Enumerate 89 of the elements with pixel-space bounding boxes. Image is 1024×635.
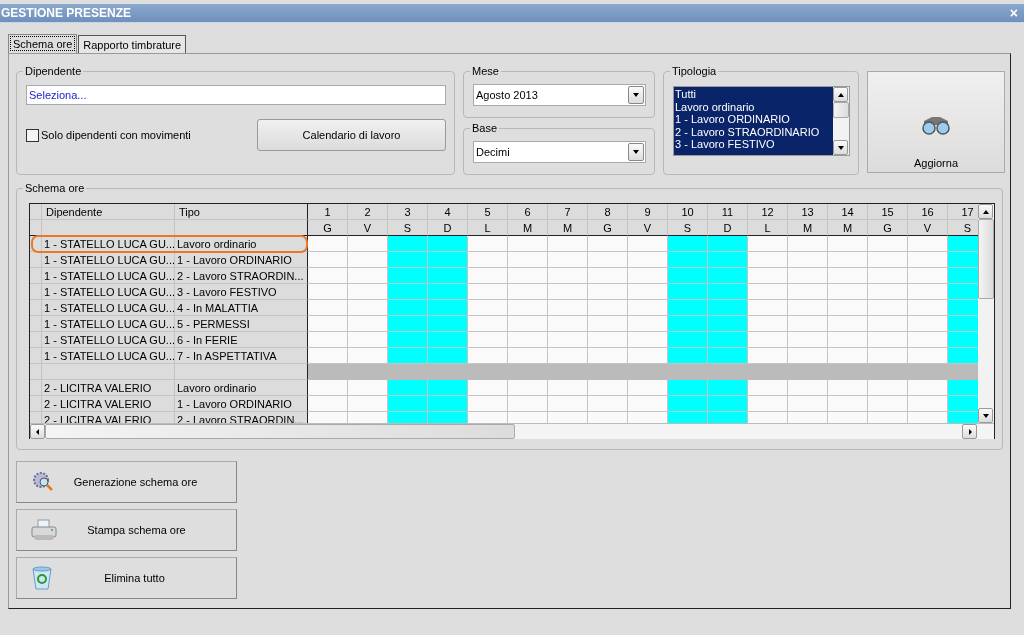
weekday-header: V xyxy=(628,220,668,236)
day-header: 10 xyxy=(668,204,708,220)
weekday-header: D xyxy=(428,220,468,236)
group-label: Schema ore xyxy=(24,182,86,194)
table-cell: 3 - Lavoro FESTIVO xyxy=(175,284,308,300)
day-header: 13 xyxy=(788,204,828,220)
table-cell: 1 - STATELLO LUCA GU... xyxy=(42,348,175,364)
weekday-header: G xyxy=(588,220,628,236)
row-header[interactable] xyxy=(30,332,42,348)
day-header: 9 xyxy=(628,204,668,220)
table-cell: 4 - In MALATTIA xyxy=(175,300,308,316)
employee-field[interactable]: Seleziona... xyxy=(26,85,446,105)
table-cell: Lavoro ordinario xyxy=(175,380,308,396)
day-header: 4 xyxy=(428,204,468,220)
weekday-header: V xyxy=(348,220,388,236)
day-header: 2 xyxy=(348,204,388,220)
day-header: 6 xyxy=(508,204,548,220)
row-header[interactable] xyxy=(30,268,42,284)
table-cell: 1 - STATELLO LUCA GU... xyxy=(42,316,175,332)
group-label: Tipologia xyxy=(671,65,718,77)
scrollbar[interactable] xyxy=(978,204,994,423)
table-cell: 1 - Lavoro ORDINARIO xyxy=(175,396,308,412)
action-button[interactable]: Stampa schema ore xyxy=(16,509,237,551)
weekday-header: M xyxy=(508,220,548,236)
table-cell: 5 - PERMESSI xyxy=(175,316,308,332)
table-cell: 1 - STATELLO LUCA GU... xyxy=(42,284,175,300)
table-cell: 2 - Lavoro STRAORDIN... xyxy=(175,268,308,284)
weekday-header: L xyxy=(468,220,508,236)
row-header[interactable] xyxy=(30,364,42,380)
day-header: 11 xyxy=(708,204,748,220)
action-button[interactable]: Generazione schema ore xyxy=(16,461,237,503)
day-header: 14 xyxy=(828,204,868,220)
row-header[interactable] xyxy=(30,396,42,412)
scroll-thumb[interactable] xyxy=(45,424,515,439)
weekday-header: M xyxy=(828,220,868,236)
dropdown[interactable]: Decimi xyxy=(473,141,646,163)
row-header[interactable] xyxy=(30,348,42,364)
row-header[interactable] xyxy=(30,380,42,396)
table-cell: 6 - In FERIE xyxy=(175,332,308,348)
weekday-header: G xyxy=(868,220,908,236)
row-header[interactable] xyxy=(30,252,42,268)
group-label: Mese xyxy=(471,65,500,77)
scroll-thumb[interactable] xyxy=(833,102,849,118)
calendar-button[interactable]: Calendario di lavoro xyxy=(257,119,446,151)
day-header: 16 xyxy=(908,204,948,220)
day-header: 15 xyxy=(868,204,908,220)
weekday-header: G xyxy=(308,220,348,236)
table-cell: 1 - STATELLO LUCA GU... xyxy=(42,332,175,348)
group-label: Dipendente xyxy=(24,65,83,77)
table-cell: 1 - STATELLO LUCA GU... xyxy=(42,300,175,316)
scroll-down-icon xyxy=(981,411,990,420)
group-label: Base xyxy=(471,122,499,134)
window-title: GESTIONE PRESENZE xyxy=(1,6,132,20)
row-header[interactable] xyxy=(30,300,42,316)
table-cell: 1 - STATELLO LUCA GU... xyxy=(42,268,175,284)
weekday-header: S xyxy=(388,220,428,236)
row-header[interactable] xyxy=(30,284,42,300)
weekday-header: M xyxy=(548,220,588,236)
scrollbar[interactable] xyxy=(833,87,849,155)
weekday-header: M xyxy=(788,220,828,236)
row-header[interactable] xyxy=(30,316,42,332)
scrollbar[interactable] xyxy=(30,423,994,439)
day-header: 1 xyxy=(308,204,348,220)
day-header: 3 xyxy=(388,204,428,220)
table-cell: 2 - LICITRA VALERIO xyxy=(42,396,175,412)
refresh-button[interactable]: Aggiorna xyxy=(867,71,1005,173)
weekday-header: V xyxy=(908,220,948,236)
column-header: Tipo xyxy=(175,204,308,220)
column-header: Dipendente xyxy=(42,204,175,220)
weekday-header: D xyxy=(708,220,748,236)
scroll-down-icon xyxy=(836,143,845,152)
table-cell: 7 - In ASPETTATIVA xyxy=(175,348,308,364)
weekday-header: L xyxy=(748,220,788,236)
day-header: 5 xyxy=(468,204,508,220)
recycle-bin-icon xyxy=(31,566,53,590)
weekday-header: S xyxy=(668,220,708,236)
day-header: 12 xyxy=(748,204,788,220)
action-button[interactable]: Elimina tutto xyxy=(16,557,237,599)
table-cell: 2 - LICITRA VALERIO xyxy=(42,380,175,396)
day-header: 7 xyxy=(548,204,588,220)
binoculars-icon xyxy=(920,115,952,135)
tab[interactable]: Rapporto timbrature xyxy=(78,35,187,53)
printer-icon xyxy=(31,519,57,541)
day-header: 8 xyxy=(588,204,628,220)
checkbox[interactable] xyxy=(26,128,39,142)
tab[interactable]: Schema ore xyxy=(8,34,78,53)
dropdown[interactable]: Agosto 2013 xyxy=(473,84,646,106)
checkbox-label: Solo dipendenti con movimenti xyxy=(41,129,191,141)
scroll-thumb[interactable] xyxy=(978,219,994,299)
